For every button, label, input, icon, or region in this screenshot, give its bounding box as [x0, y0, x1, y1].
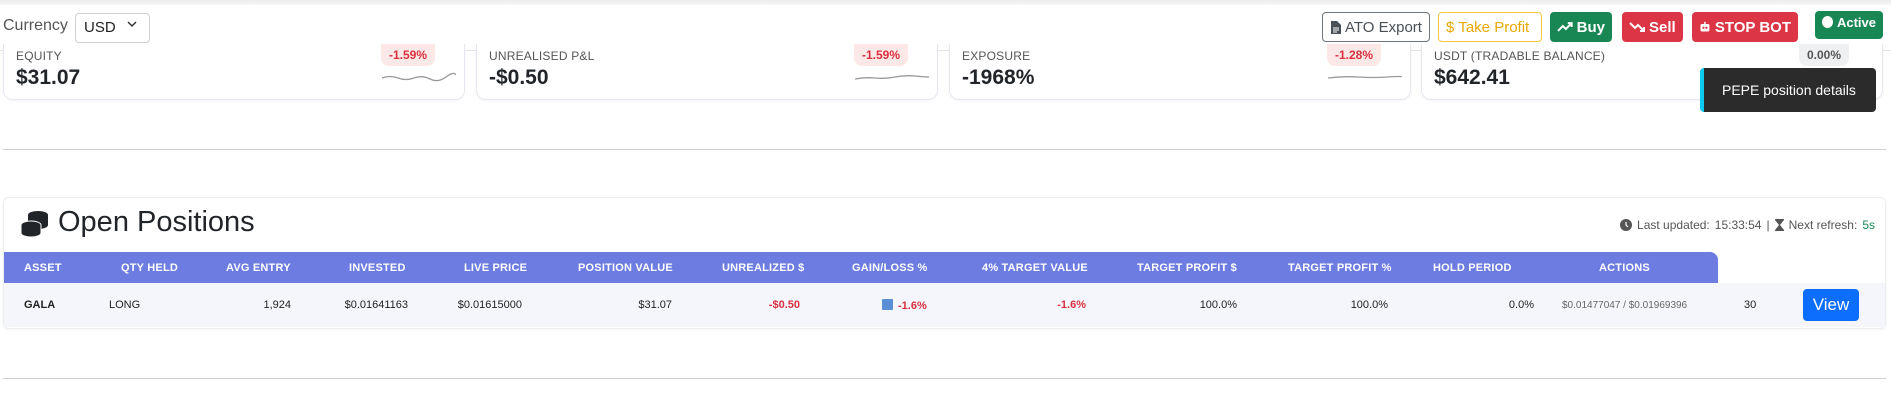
equity-label: EQUITY [16, 49, 62, 63]
stop-bot-button[interactable]: STOP BOT [1692, 12, 1798, 42]
open-positions-panel: Open Positions Last updated: 15:33:54 | … [3, 197, 1886, 329]
dollar-icon: $ [1446, 18, 1455, 36]
coins-icon [20, 210, 48, 237]
col-target-profit-usd[interactable]: TARGET PROFIT $ [1137, 262, 1237, 274]
sparkline-icon [382, 72, 456, 82]
cell-live-price: $31.07 [638, 299, 672, 311]
unrealised-pnl-card: UNREALISED P&L -$0.50 -1.59% [476, 44, 938, 100]
col-target-profit-pct[interactable]: TARGET PROFIT % [1288, 262, 1392, 274]
active-status-button[interactable]: Active [1815, 11, 1883, 39]
exposure-card: EXPOSURE -1968% -1.28% [949, 44, 1411, 100]
usdt-balance-label: USDT (TRADABLE BALANCE) [1434, 49, 1606, 63]
col-gain-loss[interactable]: GAIN/LOSS % [852, 262, 928, 274]
table-row: GALA LONG 1,924 $0.01641163 $0.01615000 … [4, 283, 1885, 327]
chevron-down-icon [127, 21, 137, 28]
divider [3, 149, 1886, 150]
col-live-price[interactable]: LIVE PRICE [464, 262, 527, 274]
divider [3, 378, 1886, 379]
col-avg-entry[interactable]: AVG ENTRY [226, 262, 291, 274]
clock-icon [1620, 219, 1633, 231]
usdt-balance-value: $642.41 [1434, 66, 1510, 89]
last-updated-time: 15:33:54 [1714, 218, 1762, 232]
cell-target-profit-pct: 100.0% [1350, 299, 1388, 311]
col-target-value[interactable]: 4% TARGET VALUE [982, 262, 1088, 274]
file-icon [1331, 20, 1341, 34]
equity-value: $31.07 [16, 66, 81, 89]
cell-target-value: -1.6% [1057, 299, 1086, 311]
buy-label: Buy [1576, 18, 1605, 36]
ato-export-label: ATO Export [1345, 18, 1422, 36]
cell-gain-loss: -1.6% [882, 299, 927, 312]
open-positions-heading: Open Positions [20, 206, 255, 239]
sparkline-icon [855, 75, 929, 80]
exposure-change-badge: -1.28% [1327, 44, 1382, 66]
next-refresh-value: 5s [1862, 218, 1875, 232]
take-profit-button[interactable]: $ Take Profit [1438, 12, 1542, 42]
open-positions-title: Open Positions [58, 206, 255, 238]
stop-bot-label: STOP BOT [1714, 18, 1791, 36]
position-tooltip: PEPE position details [1700, 68, 1876, 112]
trend-up-icon [1557, 22, 1573, 32]
trend-down-icon [882, 299, 893, 310]
col-invested[interactable]: INVESTED [349, 262, 406, 274]
cell-asset: GALA [24, 299, 56, 311]
col-asset[interactable]: ASSET [24, 262, 62, 274]
unrealised-pnl-value: -$0.50 [489, 66, 549, 89]
cell-price-range: $0.01477047 / $0.01969396 [1562, 300, 1688, 311]
cell-count: 30 [1744, 299, 1757, 311]
usdt-balance-change-badge: 0.00% [1799, 44, 1850, 66]
equity-card: EQUITY $31.07 -1.59% [3, 44, 465, 100]
sell-label: Sell [1649, 18, 1676, 36]
cell-qty: 1,924 [263, 299, 291, 311]
exposure-label: EXPOSURE [962, 49, 1031, 63]
buy-button[interactable]: Buy [1550, 12, 1612, 42]
robot-icon [1700, 21, 1710, 32]
col-unrealized[interactable]: UNREALIZED $ [722, 262, 804, 274]
cell-hold-period: 0.0% [1508, 299, 1534, 311]
col-actions: ACTIONS [1599, 262, 1650, 274]
refresh-meta: Last updated: 15:33:54 | Next refresh: 5… [1620, 218, 1875, 232]
ato-export-button[interactable]: ATO Export [1322, 12, 1430, 42]
currency-select[interactable]: USD [75, 13, 150, 43]
currency-value: USD [84, 19, 116, 36]
col-position-value[interactable]: POSITION VALUE [578, 262, 673, 274]
cell-avg-entry: $0.01641163 [344, 299, 408, 311]
hourglass-icon [1774, 219, 1784, 231]
currency-label: Currency [3, 17, 68, 34]
unrealised-pnl-label: UNREALISED P&L [489, 49, 595, 63]
next-refresh-label: Next refresh: [1788, 218, 1858, 232]
trend-down-icon [1629, 22, 1645, 32]
positions-table-header: ASSET QTY HELD AVG ENTRY INVESTED LIVE P… [4, 252, 1718, 283]
cell-side: LONG [109, 299, 141, 311]
last-updated-label: Last updated: [1637, 218, 1710, 232]
active-label: Active [1836, 15, 1876, 30]
sell-button[interactable]: Sell [1622, 12, 1683, 42]
unrealised-pnl-change-badge: -1.59% [854, 44, 909, 66]
equity-change-badge: -1.59% [381, 44, 436, 66]
cell-target-profit-usd: 100.0% [1199, 299, 1237, 311]
status-dot-icon [1822, 16, 1833, 28]
col-qty-held[interactable]: QTY HELD [121, 262, 178, 274]
view-button[interactable]: View [1803, 289, 1859, 321]
take-profit-label: Take Profit [1458, 18, 1530, 36]
col-hold-period[interactable]: HOLD PERIOD [1433, 262, 1512, 274]
sparkline-icon [1328, 75, 1402, 79]
cell-position-value: -$0.50 [768, 299, 800, 311]
cell-gain-loss-value: -1.6% [898, 300, 927, 312]
exposure-value: -1968% [962, 66, 1035, 89]
meta-separator: | [1766, 218, 1770, 232]
cell-invested: $0.01615000 [457, 299, 522, 311]
